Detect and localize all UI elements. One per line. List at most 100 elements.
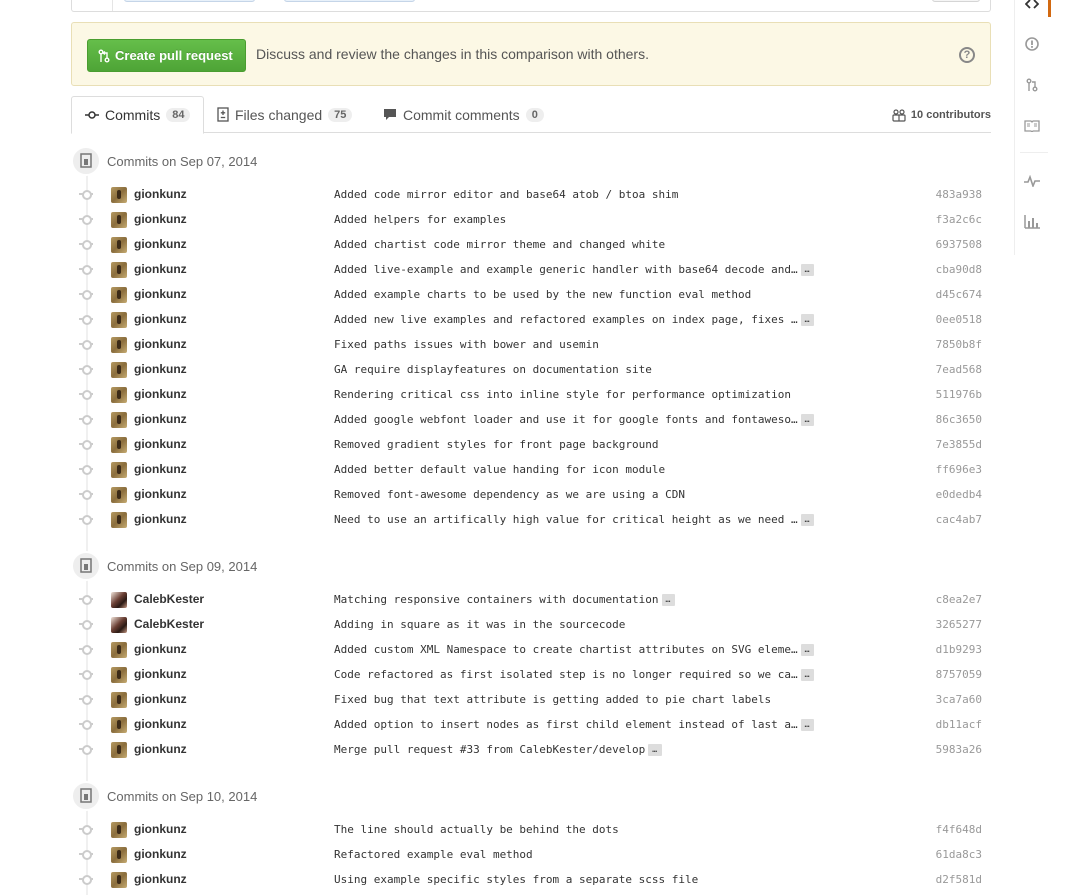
expand-message-button[interactable]: … (800, 413, 815, 426)
commit-message[interactable]: Need to use an artifically high value fo… (334, 513, 815, 526)
commit-author[interactable]: gionkunz (134, 437, 187, 451)
commit-author[interactable]: gionkunz (134, 642, 187, 656)
commit-sha-link[interactable]: 5983a26 (936, 743, 982, 756)
expand-message-button[interactable]: … (800, 263, 815, 276)
avatar[interactable] (111, 437, 127, 453)
commit-sha-link[interactable]: 483a938 (936, 188, 982, 201)
avatar[interactable] (111, 212, 127, 228)
graphs-icon[interactable] (1023, 213, 1041, 231)
help-icon[interactable]: ? (959, 47, 975, 63)
commit-sha-link[interactable]: db11acf (936, 718, 982, 731)
commit-sha-link[interactable]: c8ea2e7 (936, 593, 982, 606)
commit-message[interactable]: Added new live examples and refactored e… (334, 313, 815, 326)
avatar[interactable] (111, 387, 127, 403)
commit-author[interactable]: gionkunz (134, 742, 187, 756)
avatar[interactable] (111, 592, 127, 608)
avatar[interactable] (111, 872, 127, 888)
contributors-link[interactable]: 10 contributors (892, 108, 991, 122)
avatar[interactable] (111, 262, 127, 278)
avatar[interactable] (111, 822, 127, 838)
commit-sha-link[interactable]: 6937508 (936, 238, 982, 251)
commit-message[interactable]: Added chartist code mirror theme and cha… (334, 238, 665, 251)
avatar[interactable] (111, 742, 127, 758)
commit-message[interactable]: Added example charts to be used by the n… (334, 288, 751, 301)
commit-author[interactable]: gionkunz (134, 337, 187, 351)
commit-sha-link[interactable]: 86c3650 (936, 413, 982, 426)
commit-author[interactable]: gionkunz (134, 692, 187, 706)
commit-author[interactable]: CalebKester (134, 592, 204, 606)
avatar[interactable] (111, 642, 127, 658)
commit-message[interactable]: Rendering critical css into inline style… (334, 388, 791, 401)
commit-author[interactable]: gionkunz (134, 187, 187, 201)
issues-icon[interactable] (1023, 35, 1041, 53)
commit-sha-link[interactable]: 7850b8f (936, 338, 982, 351)
commit-sha-link[interactable]: cba90d8 (936, 263, 982, 276)
commit-sha-link[interactable]: d1b9293 (936, 643, 982, 656)
commit-message[interactable]: Removed font-awesome dependency as we ar… (334, 488, 685, 501)
avatar[interactable] (111, 337, 127, 353)
commit-sha-link[interactable]: ff696e3 (936, 463, 982, 476)
expand-message-button[interactable]: … (800, 643, 815, 656)
commit-message[interactable]: Merge pull request #33 from CalebKester/… (334, 743, 663, 756)
commit-sha-link[interactable]: e0dedb4 (936, 488, 982, 501)
avatar[interactable] (111, 512, 127, 528)
commit-message[interactable]: The line should actually be behind the d… (334, 823, 619, 836)
commit-author[interactable]: gionkunz (134, 237, 187, 251)
commit-author[interactable]: gionkunz (134, 362, 187, 376)
avatar[interactable] (111, 362, 127, 378)
avatar[interactable] (111, 187, 127, 203)
avatar[interactable] (111, 312, 127, 328)
commit-message[interactable]: Adding in square as it was in the source… (334, 618, 625, 631)
commit-message[interactable]: Added code mirror editor and base64 atob… (334, 188, 678, 201)
expand-message-button[interactable]: … (661, 593, 676, 606)
commit-message[interactable]: Added live-example and example generic h… (334, 263, 815, 276)
tab-files-changed[interactable]: Files changed 75 (217, 96, 353, 133)
commit-message[interactable]: Removed gradient styles for front page b… (334, 438, 659, 451)
commit-sha-link[interactable]: d2f581d (936, 873, 982, 886)
commit-author[interactable]: gionkunz (134, 847, 187, 861)
commit-message[interactable]: Fixed bug that text attribute is getting… (334, 693, 771, 706)
avatar[interactable] (111, 487, 127, 503)
wiki-icon[interactable] (1023, 117, 1041, 135)
commit-author[interactable]: gionkunz (134, 312, 187, 326)
tab-commit-comments[interactable]: Commit comments 0 (383, 96, 544, 133)
commit-sha-link[interactable]: 3ca7a60 (936, 693, 982, 706)
commit-author[interactable]: gionkunz (134, 412, 187, 426)
commit-author[interactable]: gionkunz (134, 872, 187, 886)
expand-message-button[interactable]: … (800, 668, 815, 681)
commit-sha-link[interactable]: 7ead568 (936, 363, 982, 376)
compare-branch-selector[interactable] (284, 0, 415, 2)
commit-sha-link[interactable]: 3265277 (936, 618, 982, 631)
commit-message[interactable]: Code refactored as first isolated step i… (334, 668, 815, 681)
commit-author[interactable]: gionkunz (134, 212, 187, 226)
commit-author[interactable]: CalebKester (134, 617, 204, 631)
commit-sha-link[interactable]: 511976b (936, 388, 982, 401)
expand-message-button[interactable]: … (648, 743, 663, 756)
expand-message-button[interactable]: … (800, 718, 815, 731)
compare-edit-button[interactable] (932, 0, 980, 2)
commit-author[interactable]: gionkunz (134, 287, 187, 301)
avatar[interactable] (111, 692, 127, 708)
commit-message[interactable]: Added helpers for examples (334, 213, 506, 226)
commit-message[interactable]: Refactored example eval method (334, 848, 533, 861)
commit-author[interactable]: gionkunz (134, 667, 187, 681)
commit-message[interactable]: Added custom XML Namespace to create cha… (334, 643, 815, 656)
avatar[interactable] (111, 847, 127, 863)
avatar[interactable] (111, 412, 127, 428)
commit-sha-link[interactable]: 61da8c3 (936, 848, 982, 861)
commit-sha-link[interactable]: f3a2c6c (936, 213, 982, 226)
create-pull-request-button[interactable]: Create pull request (87, 39, 246, 72)
commit-sha-link[interactable]: cac4ab7 (936, 513, 982, 526)
avatar[interactable] (111, 717, 127, 733)
commit-author[interactable]: gionkunz (134, 262, 187, 276)
avatar[interactable] (111, 462, 127, 478)
commit-sha-link[interactable]: f4f648d (936, 823, 982, 836)
expand-message-button[interactable]: … (800, 313, 815, 326)
pull-request-icon[interactable] (1023, 76, 1041, 94)
avatar[interactable] (111, 287, 127, 303)
commit-author[interactable]: gionkunz (134, 387, 187, 401)
commit-author[interactable]: gionkunz (134, 512, 187, 526)
commit-sha-link[interactable]: d45c674 (936, 288, 982, 301)
base-branch-selector[interactable] (124, 0, 255, 2)
commit-sha-link[interactable]: 0ee0518 (936, 313, 982, 326)
